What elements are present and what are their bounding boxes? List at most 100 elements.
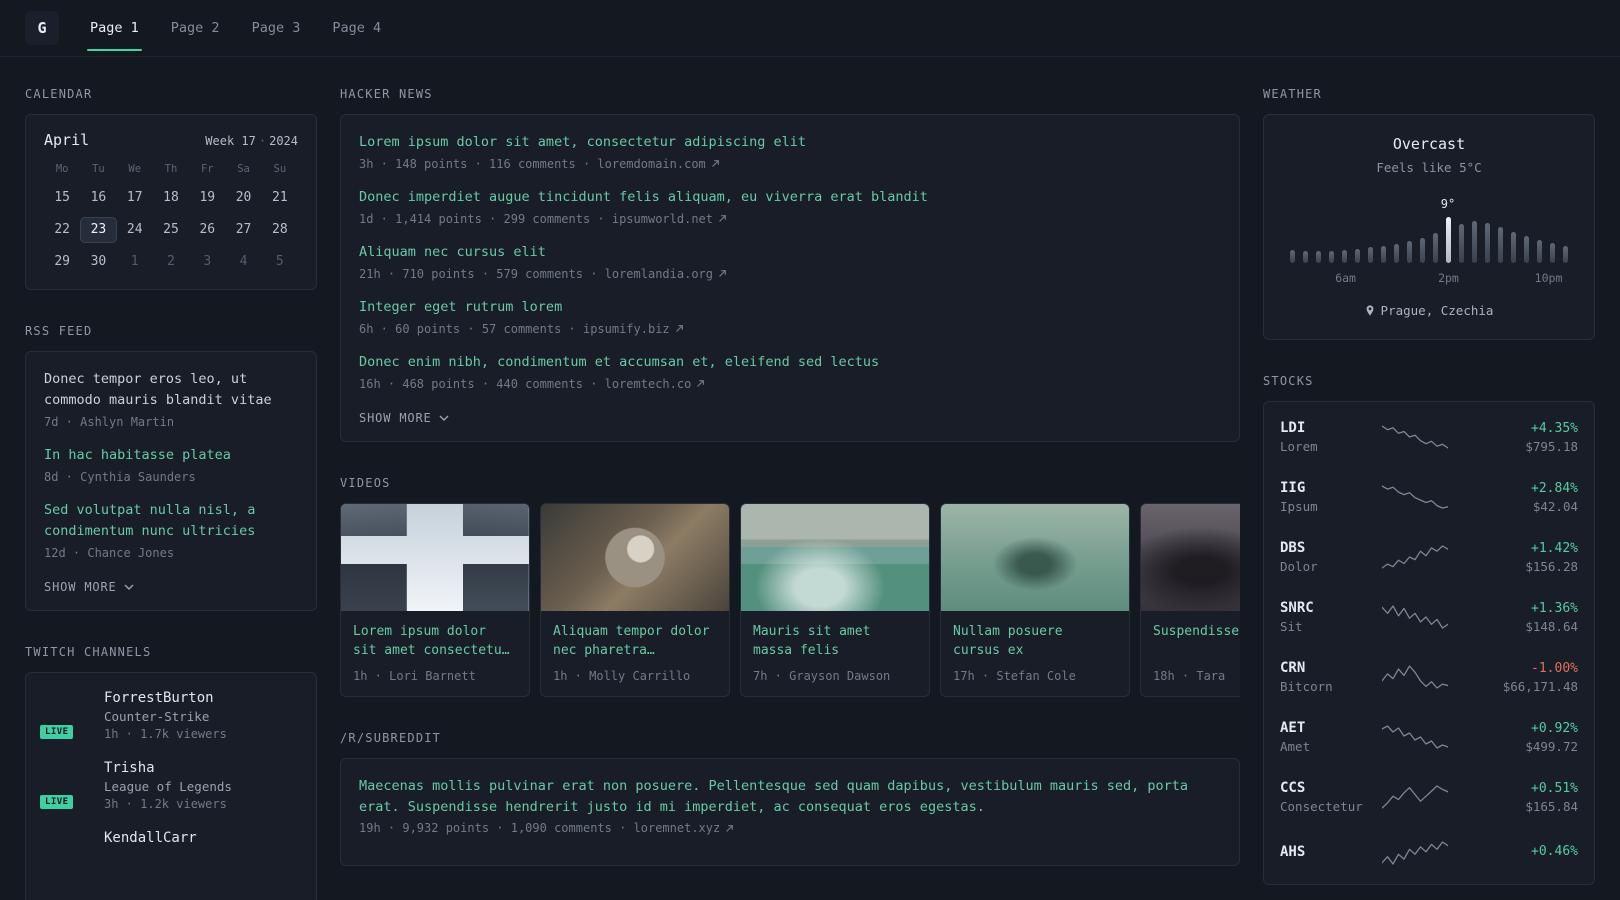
right-column: WEATHER Overcast Feels like 5°C 9° 6am 2…: [1263, 87, 1595, 900]
hn-item[interactable]: Donec enim nibh, condimentum et accumsan…: [359, 352, 1221, 391]
weather-bar: [1537, 240, 1542, 263]
stock-price: $165.84: [1525, 798, 1578, 814]
calendar-week-label: Week 17: [205, 134, 256, 148]
video-thumbnail[interactable]: [941, 503, 1129, 611]
stock-ticker: AET: [1280, 720, 1306, 736]
calendar-day: 18: [163, 190, 179, 205]
rss-widget: RSS FEED Donec tempor eros leo, ut commo…: [25, 324, 317, 611]
channel-name[interactable]: ForrestBurton: [104, 690, 227, 706]
rss-item[interactable]: Donec tempor eros leo, ut commodo mauris…: [44, 369, 298, 429]
channel-name[interactable]: Trisha: [104, 760, 232, 776]
stock-sparkline: [1382, 545, 1448, 569]
weather-bar: [1420, 238, 1425, 263]
rss-show-more-button[interactable]: SHOW MORE: [44, 578, 134, 596]
calendar-dow: Su: [273, 163, 287, 175]
video-card[interactable]: Lorem ipsum dolor sit amet consectetu… 1…: [340, 502, 530, 697]
twitch-channel[interactable]: KendallCarr: [44, 830, 298, 876]
video-card[interactable]: Mauris sit amet massa felis 7h · Grayson…: [740, 502, 930, 697]
weather-bar: [1381, 246, 1386, 263]
weather-time-label: 6am: [1335, 271, 1356, 285]
weather-bar: [1459, 224, 1464, 263]
rss-item[interactable]: In hac habitasse platea 8d · Cynthia Sau…: [44, 445, 298, 484]
weather-bar: [1524, 236, 1529, 263]
video-title[interactable]: Nullam posuere cursus ex: [953, 622, 1117, 662]
video-thumbnail[interactable]: [541, 503, 729, 611]
stock-row[interactable]: CCS Consectetur +0.51% $165.84: [1280, 767, 1578, 827]
channel-meta: 1h · 1.7k viewers: [104, 726, 227, 741]
rss-item-title[interactable]: Sed volutpat nulla nisl, a condimentum n…: [44, 500, 298, 542]
calendar-day-selected: 23: [80, 217, 117, 243]
tab-page-2[interactable]: Page 2: [168, 0, 223, 56]
calendar-dow: Tu: [92, 163, 105, 175]
video-thumbnail[interactable]: [1141, 503, 1240, 611]
calendar-day-next-month: 4: [239, 254, 248, 269]
subreddit-post-title[interactable]: Maecenas mollis pulvinar erat non posuer…: [359, 776, 1221, 818]
video-card[interactable]: Aliquam tempor dolor nec pharetra… 1h · …: [540, 502, 730, 697]
stock-ticker: SNRC: [1280, 600, 1314, 616]
tab-page-4[interactable]: Page 4: [329, 0, 384, 56]
video-title[interactable]: Suspendisse diam: [1153, 622, 1240, 662]
weather-bar-chart: 9°: [1290, 197, 1568, 263]
calendar-dow: Fr: [200, 163, 214, 175]
stock-row[interactable]: SNRC Sit +1.36% $148.64: [1280, 587, 1578, 647]
stock-sparkline: [1382, 785, 1448, 809]
calendar-day: 15: [54, 190, 70, 205]
stock-name: Lorem: [1280, 439, 1318, 454]
channel-meta: 3h · 1.2k viewers: [104, 796, 227, 811]
subreddit-post[interactable]: Maecenas mollis pulvinar erat non posuer…: [359, 776, 1221, 836]
video-title[interactable]: Aliquam tempor dolor nec pharetra…: [553, 622, 717, 662]
rss-item[interactable]: Sed volutpat nulla nisl, a condimentum n…: [44, 500, 298, 560]
avatar-wrap: [44, 830, 90, 876]
weather-bar: [1355, 249, 1360, 263]
tab-page-1[interactable]: Page 1: [87, 0, 142, 56]
left-column: CALENDAR April Week 17 · 2024 Mo Tu We Th …: [25, 87, 317, 900]
stock-price: $148.64: [1525, 618, 1578, 634]
weather-bar: [1485, 223, 1490, 263]
stock-row[interactable]: IIG Ipsum +2.84% $42.04: [1280, 467, 1578, 527]
hn-item[interactable]: Aliquam nec cursus elit 21h · 710 points…: [359, 242, 1221, 281]
hn-item[interactable]: Lorem ipsum dolor sit amet, consectetur …: [359, 132, 1221, 171]
dashboard: CALENDAR April Week 17 · 2024 Mo Tu We Th …: [0, 57, 1620, 900]
stock-sparkline: [1382, 841, 1448, 865]
videos-section-title: VIDEOS: [340, 475, 391, 490]
stock-price: $66,171.48: [1502, 678, 1578, 694]
rss-item-title[interactable]: In hac habitasse platea: [44, 445, 298, 466]
rss-item-meta: 7d · Ashlyn Martin: [44, 414, 175, 429]
hn-item-meta: 1d · 1,414 points · 299 comments · ipsum…: [359, 212, 1221, 226]
video-title[interactable]: Lorem ipsum dolor sit amet consectetu…: [353, 622, 517, 662]
video-card[interactable]: Suspendisse diam 18h · Tara: [1140, 502, 1240, 697]
video-thumbnail[interactable]: [741, 503, 929, 611]
hn-item[interactable]: Integer eget rutrum lorem 6h · 60 points…: [359, 297, 1221, 336]
stock-row[interactable]: DBS Dolor +1.42% $156.28: [1280, 527, 1578, 587]
calendar-day: 17: [126, 190, 143, 205]
calendar-day: 24: [126, 222, 143, 237]
weather-bar: [1316, 251, 1321, 263]
calendar-card: April Week 17 · 2024 Mo Tu We Th Fr Sa Su …: [25, 114, 317, 290]
hn-item-title[interactable]: Donec imperdiet augue tincidunt felis al…: [359, 187, 1221, 208]
hn-item-meta: 6h · 60 points · 57 comments · ipsumify.…: [359, 322, 1221, 336]
subreddit-widget: /R/SUBREDDIT Maecenas mollis pulvinar er…: [340, 731, 1240, 867]
video-title[interactable]: Mauris sit amet massa felis: [753, 622, 917, 662]
hn-item-title[interactable]: Integer eget rutrum lorem: [359, 297, 1221, 318]
stock-row[interactable]: AET Amet +0.92% $499.72: [1280, 707, 1578, 767]
twitch-channel[interactable]: LIVE Trisha League of Legends 3h · 1.2k …: [38, 760, 298, 811]
stock-name: Amet: [1280, 739, 1311, 754]
stock-row[interactable]: CRN Bitcorn -1.00% $66,171.48: [1280, 647, 1578, 707]
hn-item[interactable]: Donec imperdiet augue tincidunt felis al…: [359, 187, 1221, 226]
hacker-news-card: Lorem ipsum dolor sit amet, consectetur …: [340, 114, 1240, 442]
hn-item-meta: 16h · 468 points · 440 comments · loremt…: [359, 377, 1221, 391]
hn-show-more-button[interactable]: SHOW MORE: [359, 409, 449, 427]
hn-item-title[interactable]: Donec enim nibh, condimentum et accumsan…: [359, 352, 1221, 373]
hn-item-title[interactable]: Aliquam nec cursus elit: [359, 242, 1221, 263]
weather-bar: [1563, 246, 1568, 263]
channel-name[interactable]: KendallCarr: [104, 830, 197, 846]
rss-item-title[interactable]: Donec tempor eros leo, ut commodo mauris…: [44, 369, 298, 411]
video-card[interactable]: Nullam posuere cursus ex 17h · Stefan Co…: [940, 502, 1130, 697]
stocks-section-title: STOCKS: [1263, 374, 1314, 388]
hn-item-title[interactable]: Lorem ipsum dolor sit amet, consectetur …: [359, 132, 1221, 153]
twitch-channel[interactable]: LIVE ForrestBurton Counter-Strike 1h · 1…: [38, 690, 298, 741]
stock-row[interactable]: LDI Lorem +4.35% $795.18: [1280, 407, 1578, 467]
stock-row[interactable]: AHS +0.46%: [1280, 827, 1578, 879]
video-thumbnail[interactable]: [341, 503, 529, 611]
tab-page-3[interactable]: Page 3: [249, 0, 304, 56]
